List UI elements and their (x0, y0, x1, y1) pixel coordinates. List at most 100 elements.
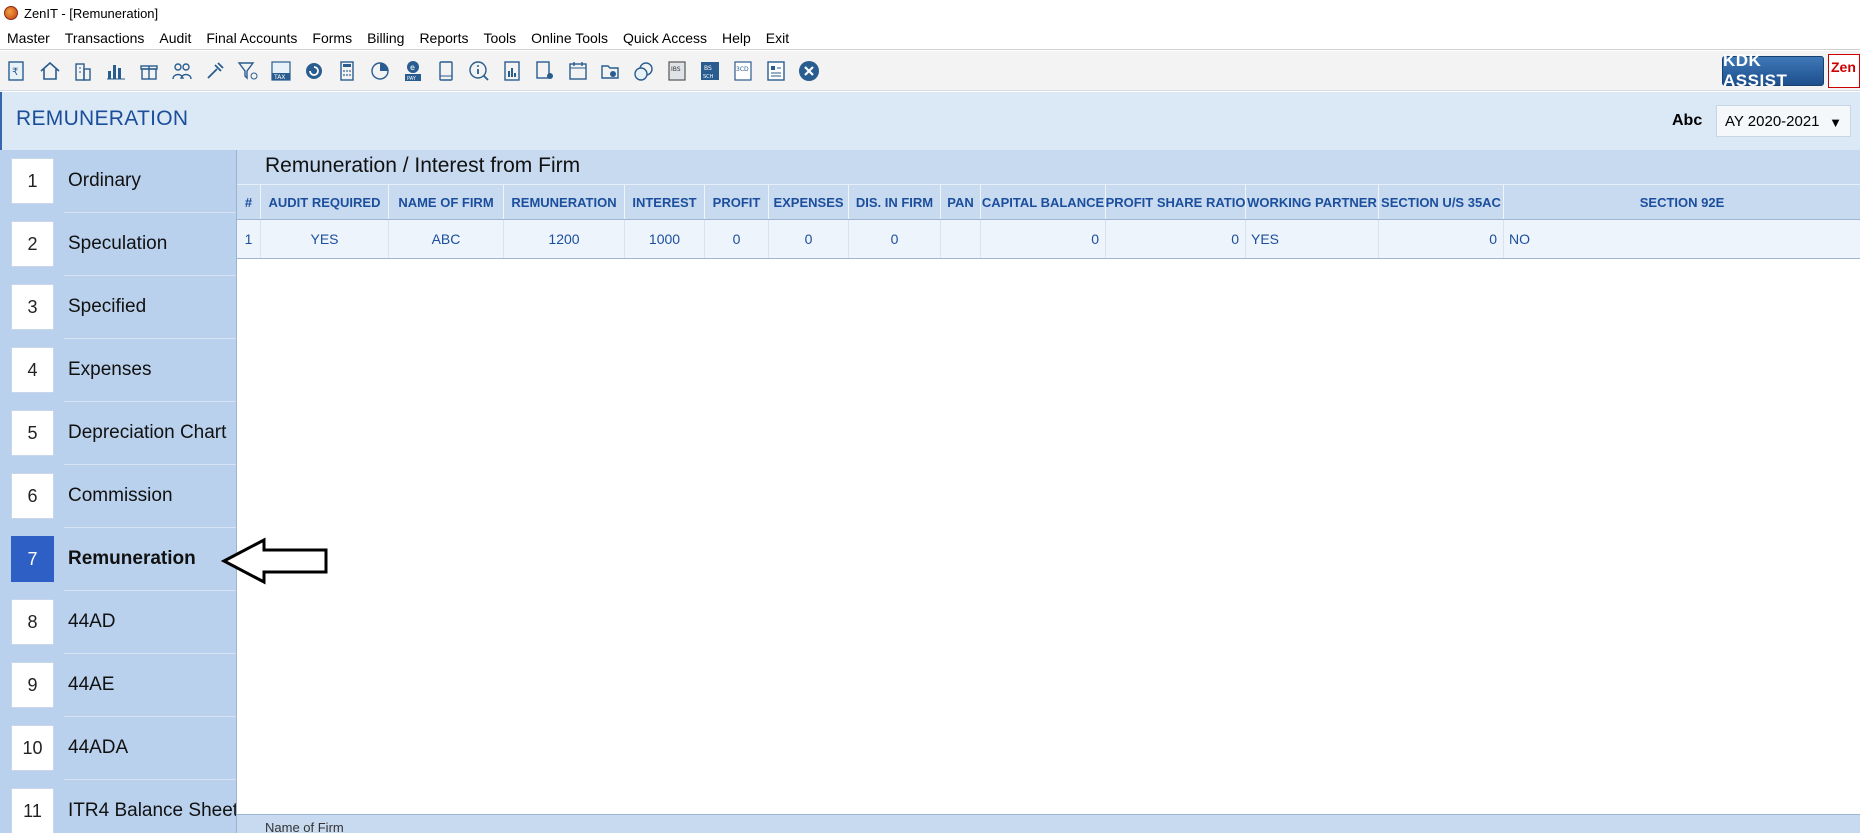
menu-help[interactable]: Help (722, 30, 751, 46)
sidebar-item-ordinary[interactable]: 1 Ordinary (0, 150, 236, 213)
menu-billing[interactable]: Billing (367, 30, 404, 46)
sidebar: 1 Ordinary 2 Speculation 3 Specified 4 E… (0, 150, 238, 833)
info-icon[interactable] (465, 57, 493, 85)
cell-audit-required[interactable]: YES (261, 220, 389, 258)
book-icon[interactable] (432, 57, 460, 85)
sidebar-item-number: 4 (11, 347, 54, 393)
coins-icon[interactable] (630, 57, 658, 85)
column-header-remuneration[interactable]: REMUNERATION (504, 185, 625, 219)
column-header-profit[interactable]: PROFIT (705, 185, 769, 219)
sidebar-item-commission[interactable]: 6 Commission (0, 465, 236, 528)
people-icon[interactable] (168, 57, 196, 85)
menu-tools[interactable]: Tools (483, 30, 516, 46)
column-header-expenses[interactable]: EXPENSES (769, 185, 849, 219)
folder-add-icon[interactable] (597, 57, 625, 85)
tools-icon[interactable] (201, 57, 229, 85)
table-row[interactable]: 1 YES ABC 1200 1000 0 0 0 0 0 YES 0 NO (237, 220, 1860, 259)
menu-forms[interactable]: Forms (312, 30, 352, 46)
toolbar: ₹ TAX e PAY IBS BS SCH 3CD (0, 51, 1860, 91)
pie-icon[interactable] (366, 57, 394, 85)
column-header-name-of-firm[interactable]: NAME OF FIRM (389, 185, 504, 219)
tax-icon[interactable]: TAX (267, 57, 295, 85)
cell-section-35ac[interactable]: 0 (1379, 220, 1504, 258)
sidebar-item-expenses[interactable]: 4 Expenses (0, 339, 236, 402)
column-header-section-35ac[interactable]: SECTION U/S 35AC (1379, 185, 1504, 219)
column-header-pan[interactable]: PAN (941, 185, 981, 219)
sidebar-item-number: 10 (11, 725, 54, 771)
home-icon[interactable] (36, 57, 64, 85)
column-header-dis-in-firm[interactable]: DIS. IN FIRM (849, 185, 941, 219)
rupee-doc-icon[interactable]: ₹ (3, 57, 31, 85)
filter-icon[interactable] (234, 57, 262, 85)
sidebar-item-specified[interactable]: 3 Specified (0, 276, 236, 339)
e-pay-icon[interactable]: e PAY (399, 57, 427, 85)
sidebar-item-44ada[interactable]: 10 44ADA (0, 717, 236, 780)
menu-quick-access[interactable]: Quick Access (623, 30, 707, 46)
gift-icon[interactable] (135, 57, 163, 85)
column-header-index[interactable]: # (237, 185, 261, 219)
chevron-down-icon[interactable]: ▼ (1829, 115, 1842, 130)
refresh-icon[interactable] (300, 57, 328, 85)
bar-chart-icon[interactable] (102, 57, 130, 85)
sidebar-item-remuneration[interactable]: 7 Remuneration (0, 528, 236, 591)
sidebar-item-number: 11 (11, 788, 54, 833)
3cd-icon[interactable]: 3CD (729, 57, 757, 85)
sidebar-item-number: 3 (11, 284, 54, 330)
calculator-icon[interactable] (333, 57, 361, 85)
cell-name-of-firm[interactable]: ABC (389, 220, 504, 258)
sidebar-item-depreciation-chart[interactable]: 5 Depreciation Chart (0, 402, 236, 465)
menu-final-accounts[interactable]: Final Accounts (206, 30, 297, 46)
tax-icon-text: TAX (273, 74, 285, 81)
sidebar-item-label: Depreciation Chart (68, 422, 227, 443)
sidebar-item-label: Commission (68, 485, 173, 506)
sidebar-item-label: Ordinary (68, 170, 141, 191)
cell-index[interactable]: 1 (237, 220, 261, 258)
form-icon[interactable] (762, 57, 790, 85)
menu-online-tools[interactable]: Online Tools (531, 30, 608, 46)
building-icon[interactable] (69, 57, 97, 85)
assessment-year-value: AY 2020-2021 (1725, 112, 1820, 130)
menu-exit[interactable]: Exit (766, 30, 789, 46)
column-header-working-partner[interactable]: WORKING PARTNER (1246, 185, 1379, 219)
cell-remuneration[interactable]: 1200 (504, 220, 625, 258)
sidebar-item-label: 44AE (68, 674, 115, 695)
pointer-arrow-icon (220, 537, 328, 585)
sidebar-item-number: 1 (11, 158, 54, 204)
document-user-icon[interactable] (531, 57, 559, 85)
ibs-icon[interactable]: IBS (663, 57, 691, 85)
section-bar: Remuneration / Interest from Firm (237, 150, 1860, 184)
column-header-capital-balance[interactable]: CAPITAL BALANCE (981, 185, 1106, 219)
column-header-interest[interactable]: INTEREST (625, 185, 705, 219)
sidebar-item-label: Remuneration (68, 548, 196, 569)
cell-section-92e[interactable]: NO (1504, 220, 1860, 258)
cell-dis-in-firm[interactable]: 0 (849, 220, 941, 258)
cell-expenses[interactable]: 0 (769, 220, 849, 258)
menu-master[interactable]: Master (7, 30, 50, 46)
sidebar-item-number: 2 (11, 221, 54, 267)
cell-capital-balance[interactable]: 0 (981, 220, 1106, 258)
cell-working-partner[interactable]: YES (1246, 220, 1379, 258)
sidebar-item-speculation[interactable]: 2 Speculation (0, 213, 236, 276)
kdk-assist-button[interactable]: KDK ASSIST (1722, 51, 1824, 90)
sidebar-item-44ad[interactable]: 8 44AD (0, 591, 236, 654)
menu-reports[interactable]: Reports (419, 30, 468, 46)
menu-audit[interactable]: Audit (159, 30, 191, 46)
cell-pan[interactable] (941, 220, 981, 258)
close-circle-icon[interactable] (795, 57, 823, 85)
assessment-year-select[interactable]: AY 2020-2021 ▼ (1716, 105, 1851, 137)
column-header-profit-share-ratio[interactable]: PROFIT SHARE RATIO (1106, 185, 1246, 219)
zen-tag[interactable]: Zen I (1828, 54, 1860, 88)
menu-transactions[interactable]: Transactions (65, 30, 145, 46)
sidebar-item-44ae[interactable]: 9 44AE (0, 654, 236, 717)
sidebar-item-label: 44ADA (68, 737, 129, 758)
cell-profit-share-ratio[interactable]: 0 (1106, 220, 1246, 258)
bs-sch-icon[interactable]: BS SCH (696, 57, 724, 85)
cell-profit[interactable]: 0 (705, 220, 769, 258)
calendar-icon[interactable] (564, 57, 592, 85)
column-header-audit-required[interactable]: AUDIT REQUIRED (261, 185, 389, 219)
column-header-section-92e[interactable]: SECTION 92E (1504, 185, 1860, 219)
report-icon[interactable] (498, 57, 526, 85)
sidebar-item-itr4-balance-sheet[interactable]: 11 ITR4 Balance Sheet (0, 780, 238, 833)
sidebar-item-number: 6 (11, 473, 54, 519)
cell-interest[interactable]: 1000 (625, 220, 705, 258)
